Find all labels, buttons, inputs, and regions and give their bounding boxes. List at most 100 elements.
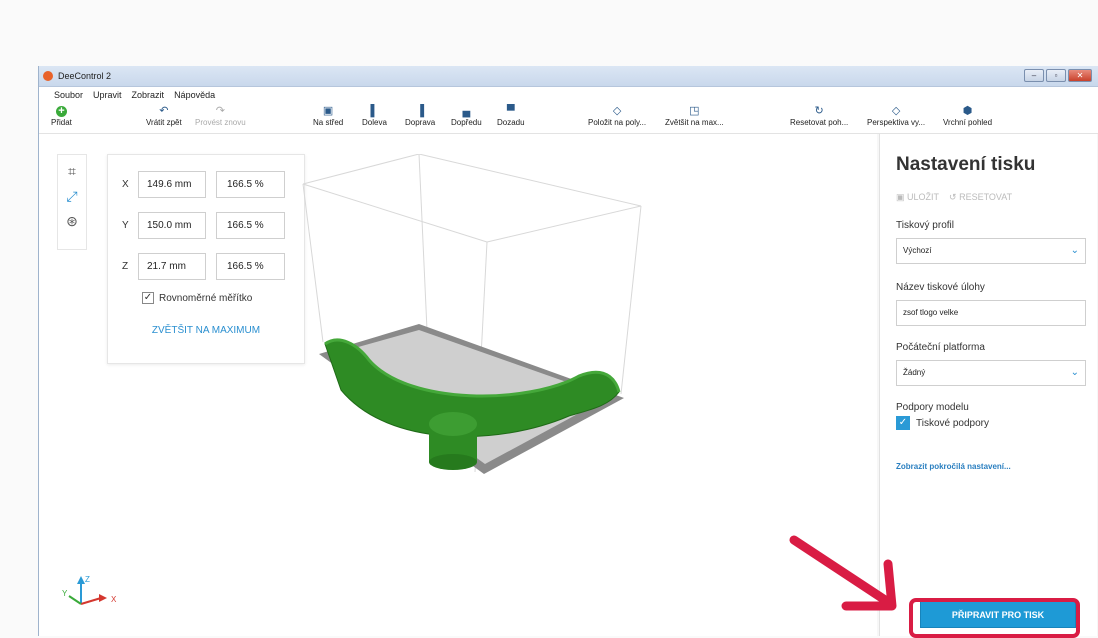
- annotation-highlight-box: [909, 598, 1080, 638]
- axis-x-arrow: [99, 594, 107, 602]
- align-left-icon: ▌: [370, 105, 379, 117]
- scale-y-pct-input[interactable]: 166.5 %: [216, 212, 285, 239]
- 3d-viewport[interactable]: ⌗ ⤢ ⊛ X 149.6 mm 166.5 % Y 150.0 mm 166.…: [39, 134, 877, 636]
- start-platform-select[interactable]: Žádný ⌄: [896, 360, 1086, 386]
- scale-x-pct-input[interactable]: 166.5 %: [216, 171, 285, 198]
- transform-tools: ⌗ ⤢ ⊛: [57, 154, 87, 250]
- print-profile-label: Tiskový profil: [896, 220, 954, 231]
- maximize-button[interactable]: ▫: [1046, 69, 1066, 82]
- chevron-down-icon: ⌄: [1070, 245, 1079, 256]
- rotate-tool-icon[interactable]: ⊛: [66, 213, 78, 230]
- scale-max-icon: ◳: [689, 105, 700, 117]
- title-bar: DeeControl 2 ‒ ▫ ✕: [39, 66, 1098, 87]
- redo-button[interactable]: ↷ Provést znovu: [195, 104, 246, 127]
- gizmo-x-label: X: [111, 595, 117, 604]
- window-controls: ‒ ▫ ✕: [1024, 69, 1092, 82]
- scale-z-mm-input[interactable]: 21.7 mm: [138, 253, 206, 280]
- menu-view[interactable]: Zobrazit: [132, 90, 165, 100]
- annotation-arrow-icon: [789, 535, 897, 611]
- reset-view-label: Resetovat poh...: [790, 118, 849, 127]
- menu-edit[interactable]: Upravit: [93, 90, 122, 100]
- settings-actions: ▣ ULOŽIT ↺ RESETOVAT: [896, 192, 1012, 203]
- reset-button[interactable]: ↺ RESETOVAT: [949, 192, 1012, 203]
- axis-x-line: [80, 597, 102, 605]
- reset-label: RESETOVAT: [959, 192, 1013, 202]
- scale-row-x: X 149.6 mm 166.5 %: [122, 171, 285, 198]
- lay-flat-icon: ◇: [612, 105, 622, 117]
- perspective-icon: ◇: [891, 105, 901, 117]
- add-button[interactable]: + Přidat: [51, 104, 72, 128]
- job-name-label: Název tiskové úlohy: [896, 282, 985, 293]
- move-tool-icon[interactable]: ⌗: [68, 163, 76, 180]
- scale-y-mm-input[interactable]: 150.0 mm: [138, 212, 206, 239]
- axis-z-arrow: [77, 576, 85, 584]
- redo-label: Provést znovu: [195, 118, 246, 127]
- checkmark-icon: ✓: [142, 292, 154, 304]
- start-platform-value: Žádný: [903, 368, 926, 377]
- scale-max-label: Zvětšit na max...: [665, 118, 724, 127]
- close-button[interactable]: ✕: [1068, 69, 1092, 82]
- uniform-scale-checkbox[interactable]: ✓ Rovnoměrné měřítko: [142, 292, 252, 304]
- align-back-button[interactable]: ▀ Dozadu: [497, 104, 525, 127]
- center-button[interactable]: ▣ Na střed: [313, 104, 343, 127]
- align-front-icon: ▄: [462, 105, 471, 117]
- reset-settings-icon: ↺: [949, 192, 960, 202]
- scale-panel: X 149.6 mm 166.5 % Y 150.0 mm 166.5 % Z …: [107, 154, 305, 364]
- scale-x-mm-input[interactable]: 149.6 mm: [138, 171, 206, 198]
- app-window: DeeControl 2 ‒ ▫ ✕ Soubor Upravit Zobraz…: [38, 66, 1098, 636]
- print-supports-checkbox[interactable]: ✓ Tiskové podpory: [896, 416, 989, 430]
- save-label: ULOŽIT: [907, 192, 940, 202]
- reset-view-button[interactable]: ↻ Resetovat poh...: [790, 104, 848, 127]
- scale-to-max-link[interactable]: ZVĚTŠIT NA MAXIMUM: [108, 325, 304, 336]
- add-icon: +: [55, 106, 67, 117]
- align-right-icon: ▐: [416, 105, 425, 117]
- axis-z-label: Z: [122, 261, 129, 272]
- align-back-label: Dozadu: [497, 118, 525, 127]
- start-platform-label: Počáteční platforma: [896, 342, 985, 353]
- align-front-button[interactable]: ▄ Dopředu: [451, 104, 482, 127]
- perspective-button[interactable]: ◇ Perspektiva vy...: [867, 104, 925, 127]
- gizmo-y-label: Y: [62, 589, 68, 598]
- minimize-button[interactable]: ‒: [1024, 69, 1044, 82]
- align-left-button[interactable]: ▌ Doleva: [362, 104, 387, 127]
- print-supports-label: Tiskové podpory: [916, 417, 989, 429]
- app-logo-icon: [43, 71, 53, 81]
- build-volume-scene: [302, 154, 642, 474]
- align-front-label: Dopředu: [451, 118, 482, 127]
- cube-icon: ⬢: [962, 105, 973, 117]
- advanced-settings-link[interactable]: Zobrazit pokročilá nastavení...: [896, 462, 1011, 471]
- center-label: Na střed: [313, 118, 344, 127]
- print-settings-title: Nastavení tisku: [896, 154, 1036, 175]
- scale-max-button[interactable]: ◳ Zvětšit na max...: [665, 104, 724, 127]
- top-view-button[interactable]: ⬢ Vrchní pohled: [943, 104, 992, 127]
- reset-icon: ↻: [814, 105, 824, 117]
- align-right-button[interactable]: ▐ Doprava: [405, 104, 435, 127]
- lay-flat-button[interactable]: ◇ Položit na poly...: [588, 104, 646, 127]
- save-button[interactable]: ▣ ULOŽIT: [896, 192, 939, 203]
- axis-y-label: Y: [122, 220, 129, 231]
- cylinder-base: [429, 454, 477, 470]
- print-profile-value: Výchozí: [903, 246, 932, 255]
- job-name-input[interactable]: zsof tlogo velke: [896, 300, 1086, 326]
- menu-help[interactable]: Nápověda: [174, 90, 215, 100]
- top-view-label: Vrchní pohled: [943, 118, 993, 127]
- lay-flat-label: Položit na poly...: [588, 118, 647, 127]
- undo-button[interactable]: ↶ Vrátit zpět: [146, 104, 182, 127]
- checkmark-icon: ✓: [896, 416, 910, 430]
- redo-icon: ↷: [215, 105, 225, 117]
- print-profile-select[interactable]: Výchozí ⌄: [896, 238, 1086, 264]
- save-icon: ▣: [896, 192, 908, 202]
- print-settings-panel: Nastavení tisku ▣ ULOŽIT ↺ RESETOVAT Tis…: [879, 134, 1097, 636]
- scale-z-pct-input[interactable]: 166.5 %: [216, 253, 285, 280]
- axis-y-line: [68, 595, 82, 605]
- undo-icon: ↶: [159, 105, 169, 117]
- axis-x-label: X: [122, 179, 129, 190]
- menu-file[interactable]: Soubor: [54, 90, 83, 100]
- menu-bar: Soubor Upravit Zobrazit Nápověda: [39, 87, 1098, 102]
- align-right-label: Doprava: [405, 118, 436, 127]
- undo-label: Vrátit zpět: [146, 118, 182, 127]
- scale-tool-icon[interactable]: ⤢: [66, 188, 77, 205]
- align-center-icon: ▣: [322, 105, 334, 117]
- align-left-label: Doleva: [362, 118, 387, 127]
- uniform-scale-label: Rovnoměrné měřítko: [159, 292, 253, 304]
